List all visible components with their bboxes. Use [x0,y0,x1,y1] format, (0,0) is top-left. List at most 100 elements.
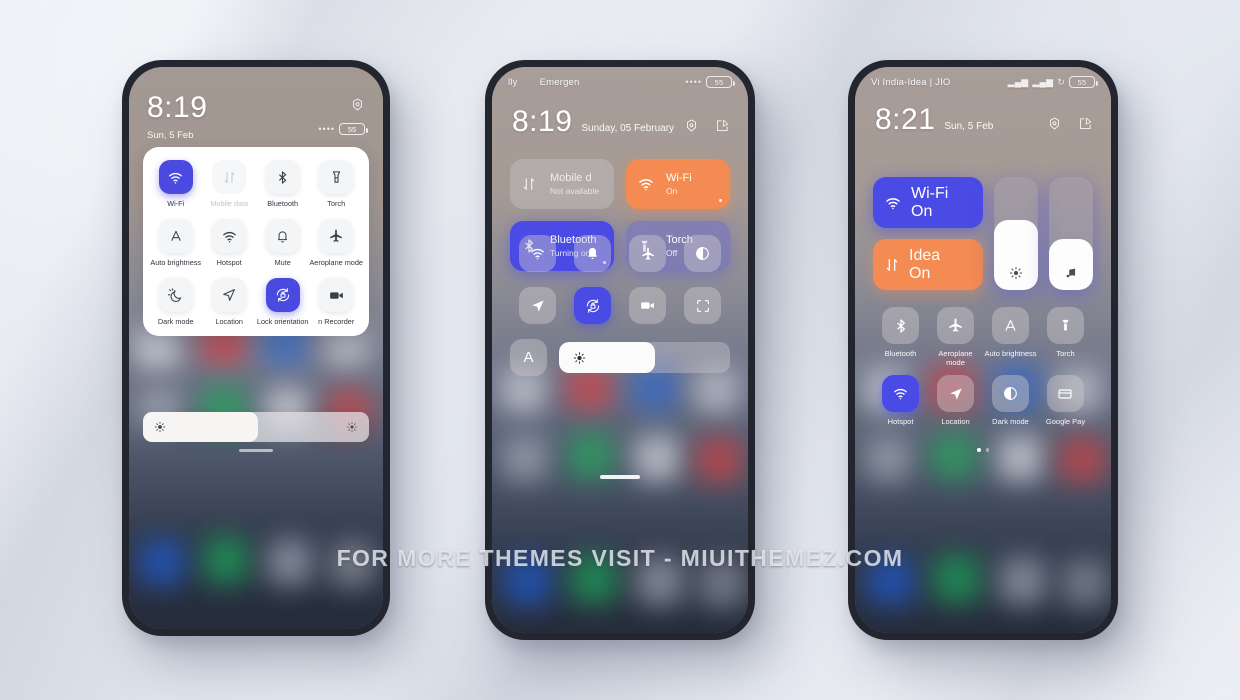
clock-time: 8:19 [147,91,208,124]
big-tile-mobile-data[interactable]: Idea On [873,239,983,290]
tile-hotspot[interactable]: Hotspot [882,375,919,427]
clock-time: 8:19 [512,105,573,138]
signal-dots: •••• [318,124,335,134]
tile-title: Wi-Fi [911,184,949,202]
page-dot-active[interactable] [977,448,981,452]
brightness-slider[interactable] [994,177,1038,290]
tile-label: Torch [1056,349,1075,358]
bluetooth-icon [265,160,300,194]
brightness-icon [154,421,166,433]
tile-lock-orientation[interactable]: Lock orientation [256,278,309,326]
location-icon [212,278,247,313]
sync-icon: ↻ [1057,76,1065,87]
tile-label: Wi-Fi [167,199,185,208]
lock-orientation-icon [265,278,300,313]
tile-aeroplane-mode[interactable]: Aeroplane mode [309,219,363,267]
phone-2-screen: lly Emergen •••• 55 8:19 Sunday, 05 Febr… [492,67,748,633]
tile-screen-recorder[interactable]: n Recorder [309,278,363,326]
tile-aeroplane-mode[interactable]: Aeroplane mode [928,307,983,367]
carrier-left: lly [508,76,518,88]
wifi-icon [158,160,193,194]
drag-handle[interactable] [239,449,273,452]
tile-auto-brightness[interactable]: Auto brightness [149,219,202,267]
auto-brightness-label: A [523,349,534,366]
tile-label: Bluetooth [267,199,299,208]
tile-location[interactable]: Location [202,278,255,326]
page-dot[interactable] [985,448,989,452]
signal-dots: •••• [685,77,702,87]
tile-title: Mobile d [550,171,592,184]
tile-hotspot[interactable]: Hotspot [202,219,255,267]
tile-label: Aeroplane mode [309,258,363,268]
phone-2-icon-row-2 [510,287,730,324]
location-icon [937,375,974,412]
screen-recorder-icon[interactable] [629,287,666,324]
tile-wifi[interactable]: Wi-Fi [149,160,202,208]
tile-label: Aeroplane mode [938,349,973,367]
volume-slider[interactable] [1049,177,1093,290]
tile-label: Lock orientation [256,317,309,327]
scanner-icon[interactable] [684,287,721,324]
tile-auto-brightness[interactable]: Auto brightness [984,307,1037,367]
location-icon[interactable] [519,287,556,324]
tile-subtitle: On [911,202,933,220]
drag-handle[interactable] [600,475,640,479]
aeroplane-icon[interactable] [629,235,666,272]
lock-orientation-icon[interactable] [574,287,611,324]
tile-bluetooth[interactable]: Bluetooth [882,307,919,367]
carrier-right: Emergen [539,76,580,88]
screen-recorder-icon [319,278,354,313]
mobile-data-icon [884,257,900,273]
big-tile-wifi[interactable]: Wi-Fi On [873,177,983,228]
clock-date: Sunday, 05 February [581,123,675,134]
tile-label: Bluetooth [884,349,917,358]
phone-2-header: 8:19 Sunday, 05 February [512,107,730,137]
settings-gear-icon[interactable] [1047,116,1062,131]
tile-dark-mode[interactable]: Dark mode [149,278,202,326]
tile-bluetooth[interactable]: Bluetooth [256,160,309,208]
tile-mute[interactable]: Mute [256,219,309,267]
tile-location[interactable]: Location [937,375,974,427]
phone-3-icon-row-1: Bluetooth Aeroplane mode Auto brightness… [873,307,1093,367]
phone-3-header: 8:21 Sun, 5 Feb [875,105,1093,135]
hotspot-icon[interactable] [519,235,556,272]
edit-icon[interactable] [715,118,730,133]
settings-gear-icon[interactable] [350,97,365,112]
phone-2-status-bar: lly Emergen •••• 55 [492,67,748,97]
signal-bars-icon-2: ▂▄▆ [1032,76,1054,87]
brightness-slider[interactable] [143,412,369,442]
quick-settings-card: Wi-Fi Mobile data Bluetooth Torch Auto b… [143,147,369,337]
dark-mode-icon[interactable] [684,235,721,272]
battery-indicator: 55 [339,123,368,135]
tile-label: Torch [327,199,346,208]
auto-brightness-icon[interactable]: A [510,339,547,376]
status-dot [719,199,722,202]
phone-3-icon-row-2: Hotspot Location Dark mode Google Pay [873,375,1093,427]
phone-3: Vi India-Idea | JIO ▂▄▆ ▂▄▆ ↻ 55 8:21 Su… [848,60,1118,640]
torch-icon [1047,307,1084,344]
bell-icon[interactable] [574,235,611,272]
tile-label: Hotspot [887,417,914,426]
tile-google-pay[interactable]: Google Pay [1046,375,1085,427]
tile-torch[interactable]: Torch [309,160,363,208]
edit-icon[interactable] [1078,116,1093,131]
slider-fill [1049,239,1093,290]
brightness-slider[interactable] [559,342,730,373]
tile-torch[interactable]: Torch [1047,307,1084,367]
tile-mobile-data[interactable]: Mobile data [202,160,255,208]
phone-1: 8:19 Sun, 5 Feb •••• 55 Wi-Fi Mobile dat… [122,60,390,636]
aeroplane-icon [937,307,974,344]
big-tile-mobile-data[interactable]: Mobile d Not available [510,159,614,209]
mobile-data-icon [212,160,247,194]
big-tile-wifi[interactable]: Wi-Fi On [626,159,730,209]
tile-label: Dark mode [157,317,194,327]
tile-label: Mute [274,258,291,268]
carrier-label: Vi India-Idea | JIO [871,76,951,88]
tile-label: Location [215,317,243,327]
phone-1-status-right: •••• 55 [318,123,368,135]
settings-gear-icon[interactable] [684,118,699,133]
phone-2: lly Emergen •••• 55 8:19 Sunday, 05 Febr… [485,60,755,640]
phone-3-status-bar: Vi India-Idea | JIO ▂▄▆ ▂▄▆ ↻ 55 [855,67,1111,97]
tile-dark-mode[interactable]: Dark mode [992,375,1029,427]
signal-bars-icon-1: ▂▄▆ [1007,76,1029,87]
